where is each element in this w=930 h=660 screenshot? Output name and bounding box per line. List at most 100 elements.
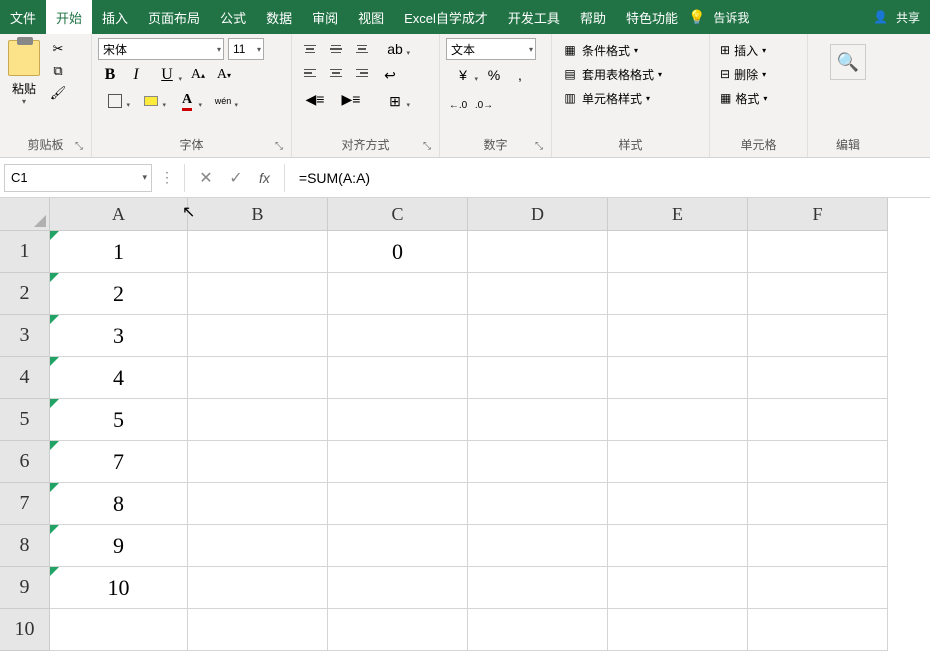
insert-button[interactable]: ⊞ 插入 ▾	[716, 38, 801, 62]
cell-E5[interactable]	[608, 399, 748, 441]
cell-F3[interactable]	[748, 315, 888, 357]
cell-C10[interactable]	[328, 609, 468, 651]
cell-A1[interactable]: 1	[50, 231, 188, 273]
row-header[interactable]: 8	[0, 525, 50, 567]
cell-B1[interactable]	[188, 231, 328, 273]
font-color-button[interactable]: A▾	[170, 90, 204, 112]
cell-B3[interactable]	[188, 315, 328, 357]
cell-E4[interactable]	[608, 357, 748, 399]
cell-styles-button[interactable]: ▥ 单元格样式 ▾	[558, 86, 703, 110]
cell-C3[interactable]	[328, 315, 468, 357]
row-header[interactable]: 1	[0, 231, 50, 273]
cell-F6[interactable]	[748, 441, 888, 483]
cell-E1[interactable]	[608, 231, 748, 273]
row-header[interactable]: 6	[0, 441, 50, 483]
cell-C1[interactable]: 0	[328, 231, 468, 273]
cell-D4[interactable]	[468, 357, 608, 399]
menu-formulas[interactable]: 公式	[210, 0, 256, 34]
cell-A6[interactable]: 7	[50, 441, 188, 483]
row-header[interactable]: 9	[0, 567, 50, 609]
cell-B7[interactable]	[188, 483, 328, 525]
name-box[interactable]: C1 ▾	[4, 164, 152, 192]
col-header-F[interactable]: F	[748, 198, 888, 231]
row-header[interactable]: 2	[0, 273, 50, 315]
decrease-indent-button[interactable]: ◀≡	[298, 88, 332, 110]
col-header-E[interactable]: E	[608, 198, 748, 231]
cell-D1[interactable]	[468, 231, 608, 273]
cell-A5[interactable]: 5	[50, 399, 188, 441]
menu-home[interactable]: 开始	[46, 0, 92, 34]
cell-D7[interactable]	[468, 483, 608, 525]
cell-B2[interactable]	[188, 273, 328, 315]
number-launcher[interactable]: ⤡	[535, 141, 547, 153]
col-header-C[interactable]: C	[328, 198, 468, 231]
underline-button[interactable]: U▾	[150, 64, 184, 86]
cell-A7[interactable]: 8	[50, 483, 188, 525]
cell-C9[interactable]	[328, 567, 468, 609]
increase-decimal-button[interactable]: ←.0	[446, 94, 470, 116]
cell-F2[interactable]	[748, 273, 888, 315]
wrap-text-button[interactable]: ↩	[378, 64, 402, 86]
cell-E7[interactable]	[608, 483, 748, 525]
cell-E6[interactable]	[608, 441, 748, 483]
share[interactable]: 👤 共享	[873, 9, 930, 26]
cell-F8[interactable]	[748, 525, 888, 567]
col-header-D[interactable]: D	[468, 198, 608, 231]
cell-D2[interactable]	[468, 273, 608, 315]
menu-data[interactable]: 数据	[256, 0, 302, 34]
menu-excel-self-study[interactable]: Excel自学成才	[394, 0, 498, 34]
row-header[interactable]: 5	[0, 399, 50, 441]
alignment-launcher[interactable]: ⤡	[423, 141, 435, 153]
cell-A4[interactable]: 4	[50, 357, 188, 399]
accounting-format-button[interactable]: ¥▾	[446, 64, 480, 86]
align-left-button[interactable]	[298, 62, 322, 84]
bold-button[interactable]: B	[98, 64, 122, 86]
cell-F1[interactable]	[748, 231, 888, 273]
percent-button[interactable]: %	[482, 64, 506, 86]
table-format-button[interactable]: ▤ 套用表格格式 ▾	[558, 62, 703, 86]
paste-button[interactable]: 粘贴 ▾	[6, 38, 42, 132]
fx-button[interactable]: fx	[251, 170, 278, 186]
cancel-formula-button[interactable]: ✕	[191, 164, 221, 192]
cell-E8[interactable]	[608, 525, 748, 567]
row-header[interactable]: 4	[0, 357, 50, 399]
col-header-B[interactable]: B	[188, 198, 328, 231]
menu-page-layout[interactable]: 页面布局	[138, 0, 210, 34]
menu-developer[interactable]: 开发工具	[498, 0, 570, 34]
format-painter-button[interactable]: 🖌	[48, 84, 68, 102]
cell-B4[interactable]	[188, 357, 328, 399]
col-header-A[interactable]: A	[50, 198, 188, 231]
find-select-button[interactable]: 🔍	[814, 38, 882, 86]
cell-C5[interactable]	[328, 399, 468, 441]
cell-F9[interactable]	[748, 567, 888, 609]
menu-view[interactable]: 视图	[348, 0, 394, 34]
align-middle-button[interactable]	[324, 38, 348, 60]
cell-D6[interactable]	[468, 441, 608, 483]
cell-C7[interactable]	[328, 483, 468, 525]
cell-A3[interactable]: 3	[50, 315, 188, 357]
delete-button[interactable]: ⊟ 删除 ▾	[716, 62, 801, 86]
cell-F7[interactable]	[748, 483, 888, 525]
align-right-button[interactable]	[350, 62, 374, 84]
cell-E3[interactable]	[608, 315, 748, 357]
cell-F5[interactable]	[748, 399, 888, 441]
cell-D8[interactable]	[468, 525, 608, 567]
row-header[interactable]: 7	[0, 483, 50, 525]
cell-C4[interactable]	[328, 357, 468, 399]
grow-font-button[interactable]: A▴	[186, 64, 210, 86]
border-button[interactable]: ▾	[98, 90, 132, 112]
row-header[interactable]: 10	[0, 609, 50, 651]
comma-button[interactable]: ,	[508, 64, 532, 86]
cell-A9[interactable]: 10	[50, 567, 188, 609]
enter-formula-button[interactable]: ✓	[221, 164, 251, 192]
increase-indent-button[interactable]: ▶≡	[334, 88, 368, 110]
align-center-button[interactable]	[324, 62, 348, 84]
clipboard-launcher[interactable]: ⤡	[75, 141, 87, 153]
conditional-format-button[interactable]: ▦ 条件格式 ▾	[558, 38, 703, 62]
fill-color-button[interactable]: ▾	[134, 90, 168, 112]
cell-A2[interactable]: 2	[50, 273, 188, 315]
menu-insert[interactable]: 插入	[92, 0, 138, 34]
expand-name-box[interactable]: ⋮	[156, 169, 178, 186]
menu-file[interactable]: 文件	[0, 0, 46, 34]
shrink-font-button[interactable]: A▾	[212, 64, 236, 86]
